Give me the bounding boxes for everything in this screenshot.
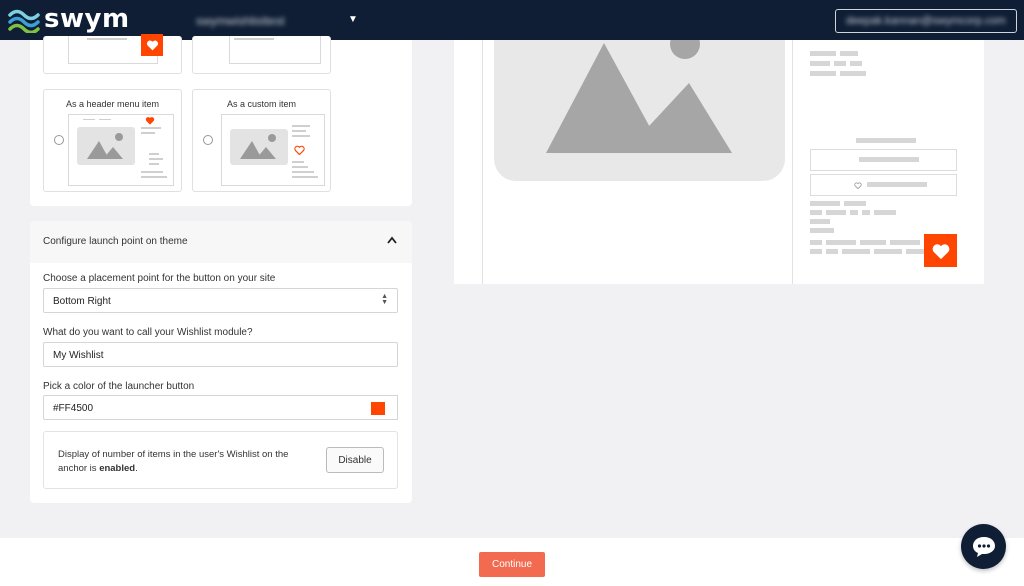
option-thumbnail <box>229 36 321 64</box>
swym-logo[interactable]: swym <box>8 4 130 34</box>
module-name-value: My Wishlist <box>53 350 104 361</box>
config-panel-title: Configure launch point on theme <box>43 236 188 247</box>
heart-icon <box>294 145 305 155</box>
image-placeholder-icon <box>77 127 135 165</box>
color-label: Pick a color of the launcher button <box>43 381 195 392</box>
configure-launch-point-panel: Configure launch point on theme Choose a… <box>30 221 412 503</box>
anchor-count-text: Display of number of items in the user's… <box>58 449 289 474</box>
option-label: As a custom item <box>226 99 297 109</box>
anchor-count-setting: Display of number of items in the user's… <box>43 431 398 489</box>
color-hex-input[interactable]: #FF4500 <box>43 395 360 420</box>
anchor-count-status: enabled <box>99 463 136 474</box>
heart-icon <box>932 243 949 259</box>
disable-button[interactable]: Disable <box>326 447 384 473</box>
account-menu[interactable]: deepak.kannan@swymcorp.com <box>835 9 1017 33</box>
option-radio-header-menu[interactable] <box>54 135 64 145</box>
swym-wave-logo-icon <box>8 9 40 33</box>
chat-bubble-icon[interactable] <box>961 524 1006 569</box>
placement-value: Bottom Right <box>53 296 111 307</box>
launcher-option-card-top-left[interactable] <box>43 34 182 74</box>
sort-arrows-icon: ▲ ▼ <box>381 293 388 306</box>
option-label: As a header menu item <box>65 99 160 109</box>
launcher-option-header-menu[interactable]: As a header menu item <box>43 89 182 192</box>
launcher-option-custom-item[interactable]: As a custom item <box>192 89 331 192</box>
color-picker-button[interactable] <box>359 395 398 420</box>
image-placeholder-icon <box>494 40 785 181</box>
option-thumbnail <box>68 34 163 64</box>
store-selector[interactable]: swymwishlisttest ▼ <box>196 12 366 30</box>
caret-down-icon: ▼ <box>348 14 358 25</box>
wishlist-launcher-preview <box>924 234 957 267</box>
continue-button[interactable]: Continue <box>479 552 545 577</box>
color-hex-value: #FF4500 <box>53 403 94 414</box>
color-swatch <box>371 402 385 415</box>
footer-bar: Continue <box>0 538 1024 586</box>
option-radio-custom-item[interactable] <box>203 135 213 145</box>
module-name-input[interactable]: My Wishlist <box>43 342 398 367</box>
launcher-options-panel: As a header menu item As a custom item <box>30 34 412 206</box>
config-panel-header[interactable]: Configure launch point on theme <box>30 221 412 263</box>
image-placeholder-icon <box>230 129 288 165</box>
heart-icon <box>145 117 155 125</box>
heart-icon <box>141 34 163 56</box>
launcher-option-card-top-right[interactable] <box>192 36 331 74</box>
heart-icon <box>854 182 862 189</box>
chevron-up-icon[interactable] <box>387 233 397 247</box>
placement-select[interactable]: Bottom Right ▲ ▼ <box>43 288 398 313</box>
account-email: deepak.kannan@swymcorp.com <box>846 15 1006 27</box>
placement-label: Choose a placement point for the button … <box>43 273 276 284</box>
logo-text: swym <box>44 4 130 34</box>
launcher-preview <box>454 40 984 284</box>
option-thumbnail <box>68 114 174 186</box>
store-name: swymwishlisttest <box>196 14 285 28</box>
option-thumbnail <box>221 114 325 186</box>
module-name-label: What do you want to call your Wishlist m… <box>43 327 253 338</box>
